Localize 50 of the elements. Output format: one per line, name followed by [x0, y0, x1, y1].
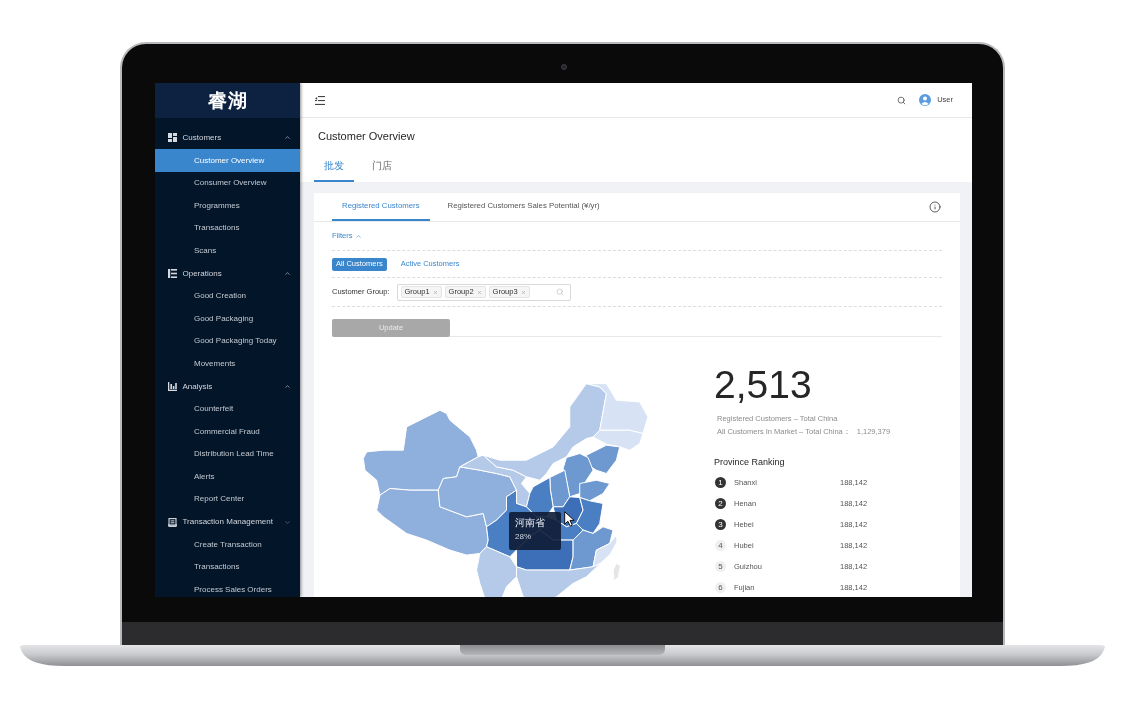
list-icon	[167, 269, 177, 279]
close-icon[interactable]	[520, 289, 526, 295]
menu-group[interactable]: Analysis	[155, 375, 300, 398]
info-icon[interactable]	[929, 201, 941, 213]
total-count: 2,513	[714, 365, 812, 404]
page-tab[interactable]: 批发	[314, 152, 354, 182]
menu-item[interactable]: Good Packaging	[155, 307, 300, 331]
search-icon	[555, 288, 564, 296]
grid-icon	[167, 133, 177, 143]
menu-item[interactable]: Counterfeit	[155, 397, 300, 421]
menu-item[interactable]: Movements	[155, 352, 300, 376]
menu-item[interactable]: Scans	[155, 239, 300, 263]
ranking-title: Province Ranking	[714, 455, 785, 468]
menu-group[interactable]: Customers	[155, 126, 300, 150]
tooltip-value: 28%	[515, 532, 531, 542]
bar-chart-icon	[167, 382, 177, 391]
avatar-icon[interactable]	[919, 94, 932, 106]
page-title: Customer Overview	[318, 129, 415, 143]
rank-number: 1	[715, 477, 726, 488]
rank-number: 6	[715, 582, 726, 593]
cursor-icon	[564, 511, 575, 527]
menu-item[interactable]: Good Creation	[155, 284, 300, 308]
menu-item[interactable]: Customer Overview	[155, 149, 300, 172]
menu-item[interactable]: Report Center	[155, 488, 300, 511]
rank-number: 3	[715, 519, 726, 530]
page-tab[interactable]: 门店	[362, 152, 402, 182]
menu-icon[interactable]	[315, 95, 325, 105]
menu-item[interactable]: Consumer Overview	[155, 171, 300, 195]
logo: 睿湖	[207, 89, 248, 112]
menu-item[interactable]: Programmes	[155, 194, 300, 218]
menu-item[interactable]: Transactions	[155, 555, 300, 579]
menu-item[interactable]: Commercial Fraud	[155, 420, 300, 443]
close-icon[interactable]	[432, 289, 438, 295]
menu-group[interactable]: Transaction Management	[155, 510, 300, 534]
camera-icon	[560, 64, 567, 70]
search-icon[interactable]	[897, 95, 907, 105]
menu-item[interactable]: Transactions	[155, 217, 300, 240]
rank-number: 4	[715, 540, 726, 551]
document-icon	[167, 517, 177, 527]
rank-number: 5	[715, 561, 726, 572]
rank-number: 2	[715, 498, 726, 509]
menu-item[interactable]: Process Sales Orders	[155, 578, 300, 597]
menu-group[interactable]: Operations	[155, 262, 300, 285]
menu-item[interactable]: Alerts	[155, 465, 300, 489]
menu-item[interactable]: Distribution Lead Time	[155, 443, 300, 466]
tooltip-title: 河南省	[515, 517, 545, 529]
close-icon[interactable]	[476, 289, 482, 295]
menu-item[interactable]: Create Transaction	[155, 533, 300, 556]
chevron-up-icon	[355, 232, 363, 240]
menu-item[interactable]: Good Packaging Today	[155, 330, 300, 353]
